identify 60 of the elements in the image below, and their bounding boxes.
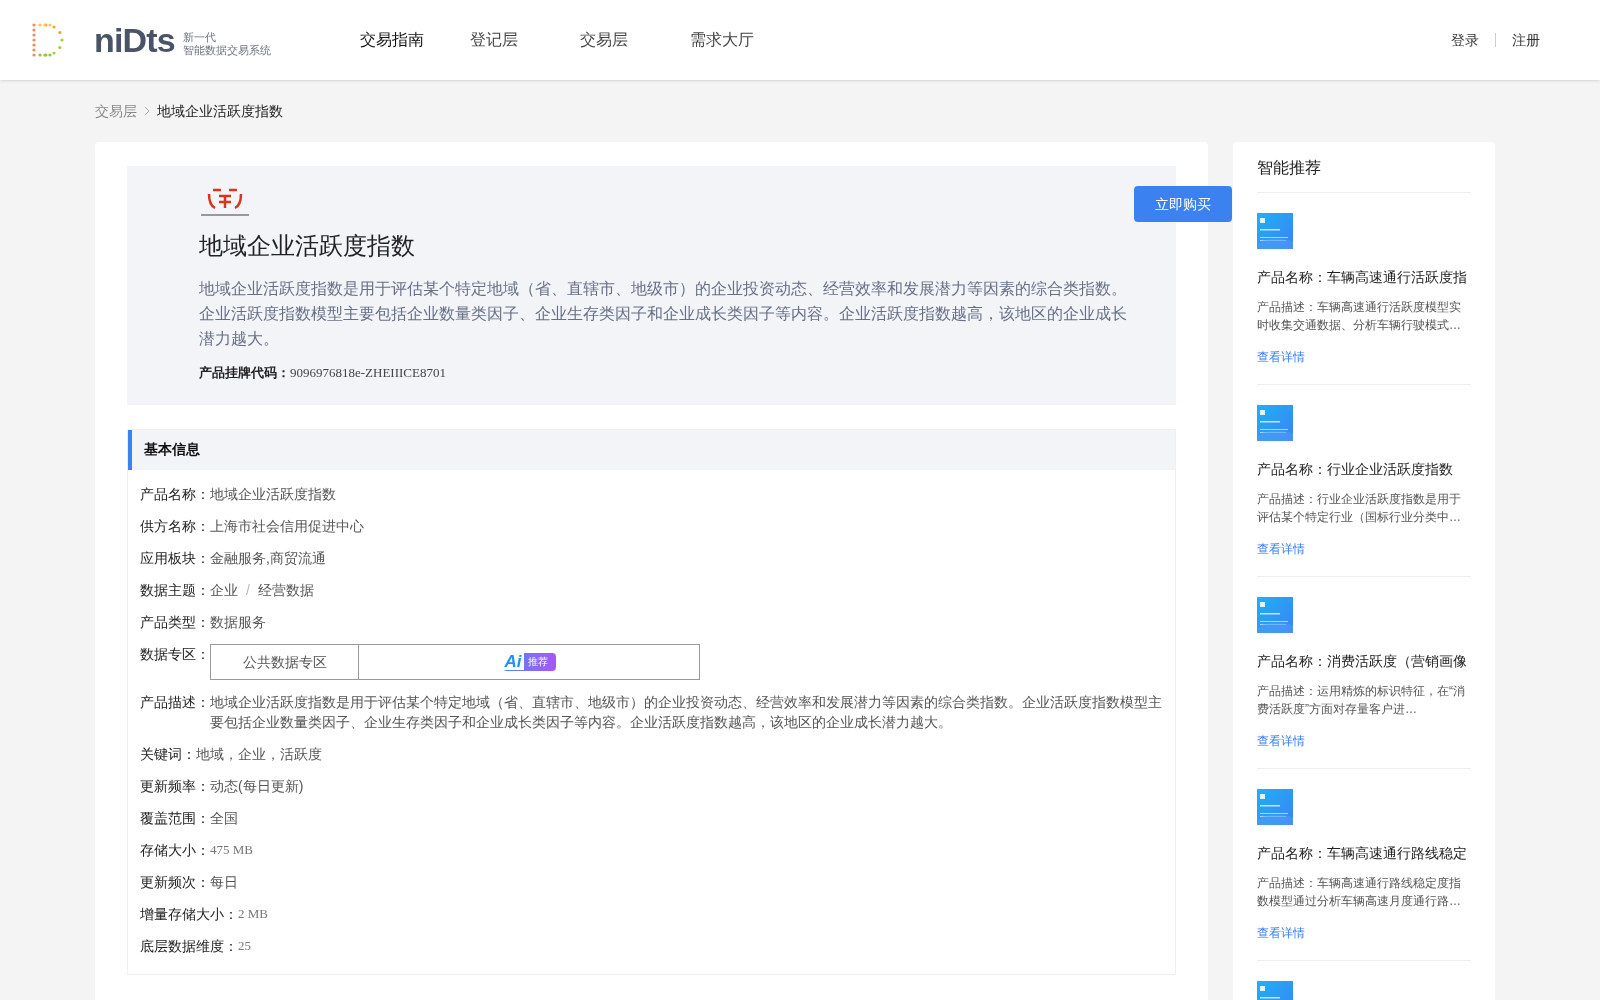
panel-title: 智能推荐 (1257, 156, 1471, 193)
field-label: 增量存储大小： (140, 904, 238, 924)
field-value: 地域企业活跃度指数 (210, 484, 337, 504)
field-value: 上海市社会信用促进中心 (210, 516, 365, 536)
product-code: 9096976818e-ZHEIIICE8701 (290, 364, 446, 382)
field-label: 应用板块： (140, 548, 210, 568)
topic-link[interactable]: 经营数据 (257, 579, 314, 600)
path-separator: / (246, 580, 250, 600)
field-label: 数据主题： (140, 580, 210, 600)
section-title: 基本信息 (144, 440, 200, 459)
details-link[interactable]: 查看详情 (1257, 348, 1305, 366)
field-label: 关键词： (140, 744, 196, 764)
field-label: 产品名称： (140, 484, 210, 504)
product-name: 产品名称：车辆高速通行活跃度指 (1257, 268, 1468, 287)
field-label: 产品描述： (140, 692, 210, 712)
buy-button[interactable]: 立即购买 (1134, 186, 1232, 222)
field-value: 475 MB (210, 840, 253, 859)
field-label: 存储大小： (140, 840, 210, 860)
nav-link[interactable]: 交易层 (580, 28, 690, 52)
breadcrumb-current: 地域企业活跃度指数 (157, 101, 283, 121)
details-link[interactable]: 查看详情 (1257, 924, 1305, 942)
field-value: 地域企业活跃度指数是用于评估某个特定地域（省、直辖市、地级市）的企业投资动态、经营效率和发展潜力等因素的综合类指数。企业活跃度指数模型主要包括企业数量类因子、企业生存类因子和企业成长类因子等内容。企业活跃度指数越高，该地区的企业成长潜力越大。 (210, 692, 1163, 732)
nav-link[interactable]: 需求大厅 (690, 28, 800, 52)
field-label: 供方名称： (140, 516, 210, 536)
field-value: 全国 (210, 808, 239, 828)
nav-link[interactable]: 交易指南 (360, 28, 470, 52)
field-label: 覆盖范围： (140, 808, 210, 828)
login-link[interactable]: 登录 (1451, 29, 1479, 51)
field-label: 产品类型： (140, 612, 210, 632)
field-value: 动态(每日更新) (210, 776, 305, 796)
field-value: 每日 (210, 872, 239, 892)
logo-text: niDts (94, 23, 175, 57)
nav-link[interactable]: 登记层 (470, 28, 580, 52)
register-link[interactable]: 注册 (1512, 29, 1540, 51)
field-label: 数据专区： (140, 644, 210, 664)
logo-subtitle: 新一代 (182, 31, 217, 44)
product-name: 产品名称：车辆高速通行路线稳定 (1257, 844, 1468, 863)
field-value: 25 (238, 936, 251, 955)
product-summary-text: 产品描述：运用精炼的标识特征，在“消费活跃度”方面对存量客户进… (1257, 683, 1466, 718)
field-label: 更新频次： (140, 872, 210, 892)
code-label: 产品挂牌代码： (199, 364, 290, 382)
topic-link[interactable]: 企业 (210, 579, 238, 600)
field-value: 数据服务 (210, 612, 267, 632)
product-summary-text: 产品描述：行业企业活跃度指数是用于评估某个特定行业（国标行业分类中… (1257, 491, 1462, 526)
field-value: 金融服务,商贸流通 (210, 548, 327, 568)
product-title: 地域企业活跃度指数 (199, 231, 416, 261)
product-name: 产品名称：行业企业活跃度指数 (1257, 460, 1454, 479)
ai-badge: Ai 推荐 (502, 652, 556, 671)
logo-subtitle: 智能数据交易系统 (182, 44, 271, 57)
product-description: 地域企业活跃度指数是用于评估某个特定地域（省、直辖市、地级市）的企业投资动态、经营效率和发展潜力等因素的综合类指数。企业活跃度指数模型主要包括企业数量类因子、企业生存类因子和企业成长类因子等内容。企业活跃度指数越高，该地区的企业成长潜力越大。 (199, 279, 1128, 349)
product-summary-text: 产品描述：车辆高速通行路线稳定度指数模型通过分析车辆高速月度通行路… (1257, 875, 1462, 910)
product-name: 产品名称：消费活跃度（营销画像 (1257, 652, 1468, 671)
zone-cell: 公共数据专区 (211, 644, 359, 679)
product-summary-text: 产品描述：车辆高速通行活跃度模型实时收集交通数据、分析车辆行驶模式… (1257, 299, 1462, 334)
field-label: 底层数据维度： (140, 936, 238, 956)
details-link[interactable]: 查看详情 (1257, 732, 1305, 750)
field-label: 更新频率： (140, 776, 210, 796)
details-link[interactable]: 查看详情 (1257, 540, 1305, 558)
field-value: 地域，企业，活跃度 (196, 744, 323, 764)
field-value: 2 MB (238, 904, 268, 923)
